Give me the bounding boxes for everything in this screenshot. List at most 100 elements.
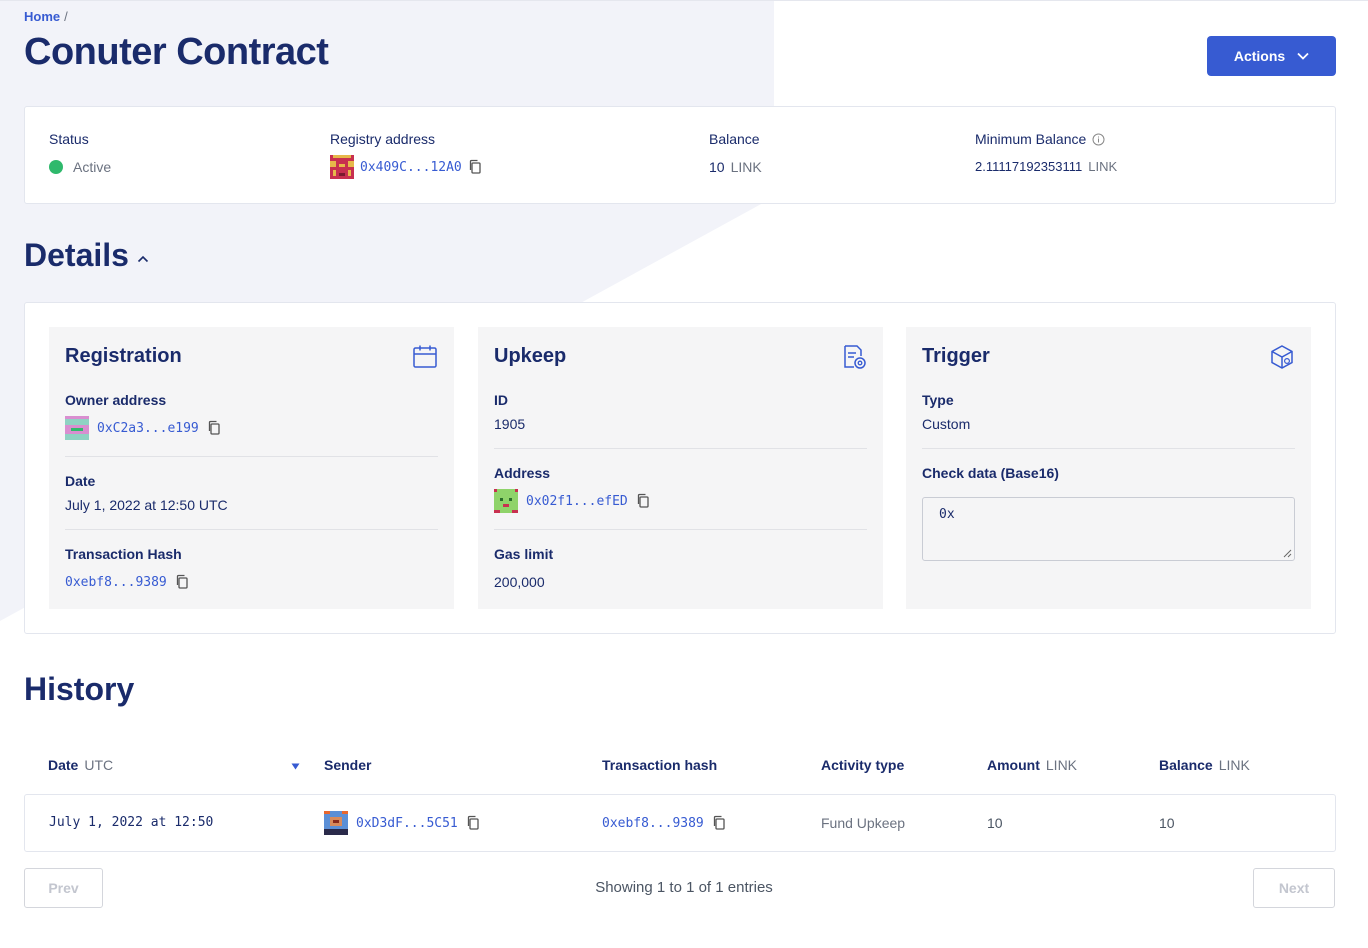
column-header-sender-label: Sender (324, 757, 372, 773)
status-column: Status Active (49, 131, 111, 175)
divider (494, 529, 867, 530)
column-header-date[interactable]: Date UTC (48, 757, 113, 773)
status-label: Status (49, 131, 89, 147)
breadcrumb: Home / (24, 9, 68, 24)
tx-hash-label: Transaction Hash (65, 546, 182, 562)
copy-icon[interactable] (207, 420, 221, 436)
row-activity: Fund Upkeep (821, 815, 906, 831)
balance-label: Balance (709, 131, 760, 147)
min-balance-value: 2.11117192353111 LINK (975, 159, 1117, 174)
type-value: Custom (922, 416, 971, 432)
registry-address-link[interactable]: 0x409C...12A0 (360, 160, 462, 175)
column-header-amount-label: Amount (987, 757, 1040, 773)
pagination-info: Showing 1 to 1 of 1 entries (595, 879, 773, 896)
owner-avatar-icon (65, 416, 89, 440)
check-data-textarea[interactable]: 0x (922, 497, 1295, 561)
column-header-activity-label: Activity type (821, 757, 905, 773)
status-dot-icon (49, 160, 63, 174)
column-header-date-label: Date (48, 757, 79, 773)
column-header-balance-label: Balance (1159, 757, 1213, 773)
actions-button-label: Actions (1233, 48, 1286, 64)
column-header-balance-unit: LINK (1218, 757, 1250, 773)
divider (494, 448, 867, 449)
type-field: Type Custom (922, 392, 1295, 432)
tx-hash-value: 0xebf8...9389 (65, 574, 438, 590)
status-text: Active (73, 159, 112, 175)
id-field: ID 1905 (494, 392, 867, 432)
sender-address-link[interactable]: 0xD3dF...5C51 (356, 816, 458, 831)
row-date: July 1, 2022 at 12:50 (49, 815, 214, 830)
column-header-balance: Balance LINK (1159, 757, 1250, 773)
copy-icon[interactable] (468, 159, 482, 175)
copy-icon[interactable] (636, 493, 650, 509)
upkeep-address-field: Address 0x02f1...efED (494, 465, 867, 513)
column-header-tx-hash: Transaction hash (602, 757, 717, 773)
row-balance: 10 (1159, 815, 1175, 831)
next-button[interactable]: Next (1253, 868, 1335, 908)
copy-icon[interactable] (712, 815, 726, 831)
page-title: Conuter Contract (24, 31, 329, 73)
sender-avatar-icon (324, 811, 348, 835)
summary-card: Status Active Registry address 0x409C...… (24, 106, 1336, 204)
tx-hash-field: Transaction Hash 0xebf8...9389 (65, 546, 438, 590)
upkeep-address-link[interactable]: 0x02f1...efED (526, 494, 628, 509)
registration-panel: Registration Owner address 0xC2a3...e199 (49, 327, 454, 609)
upkeep-address-value: 0x02f1...efED (494, 489, 867, 513)
divider (65, 456, 438, 457)
chevron-up-icon[interactable] (137, 255, 149, 263)
balance-amount: 10 (709, 159, 725, 175)
divider (65, 529, 438, 530)
actions-button[interactable]: Actions (1207, 36, 1336, 76)
check-data-label: Check data (Base16) (922, 465, 1059, 481)
trigger-title: Trigger (922, 345, 990, 367)
gas-limit-field: Gas limit 200,000 (494, 546, 867, 590)
copy-icon[interactable] (466, 815, 480, 831)
cube-icon (1271, 345, 1293, 369)
registry-column: Registry address 0x409C...12A0 (330, 131, 482, 179)
date-value: July 1, 2022 at 12:50 UTC (65, 497, 228, 513)
row-tx-hash-link[interactable]: 0xebf8...9389 (602, 816, 704, 831)
min-balance-amount: 2.11117192353111 (975, 159, 1083, 174)
column-header-tx-hash-label: Transaction hash (602, 757, 718, 773)
date-field: Date July 1, 2022 at 12:50 UTC (65, 473, 438, 513)
owner-address-link[interactable]: 0xC2a3...e199 (97, 421, 199, 436)
column-header-date-unit: UTC (84, 757, 114, 773)
details-section-header[interactable]: Details (24, 237, 149, 274)
id-value: 1905 (494, 416, 526, 432)
info-icon[interactable] (1092, 133, 1105, 146)
column-header-activity: Activity type (821, 757, 904, 773)
details-title: Details (24, 237, 129, 273)
copy-icon[interactable] (175, 574, 189, 590)
upkeep-panel: Upkeep ID 1905 Address 0x02f1...efED Gas… (478, 327, 883, 609)
trigger-panel: Trigger Type Custom Check data (Base16) … (906, 327, 1311, 609)
chevron-down-icon (1297, 52, 1309, 60)
divider (922, 448, 1295, 449)
calendar-icon (413, 345, 437, 368)
owner-label: Owner address (65, 392, 167, 408)
min-balance-column: Minimum Balance 2.11117192353111 LINK (975, 131, 1117, 174)
history-section-header: History (24, 671, 134, 708)
upkeep-address-label: Address (494, 465, 551, 481)
upkeep-avatar-icon (494, 489, 518, 513)
resize-handle-icon[interactable] (1282, 548, 1292, 558)
breadcrumb-home-link[interactable]: Home (24, 9, 60, 24)
owner-field: Owner address 0xC2a3...e199 (65, 392, 438, 440)
sort-descending-icon[interactable] (291, 763, 300, 770)
check-data-value: 0x (939, 507, 955, 522)
details-card: Registration Owner address 0xC2a3...e199 (24, 302, 1336, 634)
balance-column: Balance 10 LINK (709, 131, 762, 175)
history-table-header: Date UTC Sender Transaction hash Activit… (24, 757, 1336, 775)
registration-title: Registration (65, 345, 182, 367)
balance-value: 10 LINK (709, 159, 762, 175)
document-settings-icon (844, 345, 866, 369)
gas-limit-value: 200,000 (494, 574, 545, 590)
row-amount: 10 (987, 815, 1003, 831)
upkeep-title: Upkeep (494, 345, 567, 367)
column-header-sender: Sender (324, 757, 371, 773)
table-row: July 1, 2022 at 12:50 0xD3dF...5C51 0xeb… (24, 794, 1336, 852)
min-balance-label-text: Minimum Balance (975, 131, 1087, 147)
tx-hash-link[interactable]: 0xebf8...9389 (65, 575, 167, 590)
breadcrumb-separator: / (64, 9, 68, 24)
type-label: Type (922, 392, 954, 408)
column-header-amount: Amount LINK (987, 757, 1077, 773)
